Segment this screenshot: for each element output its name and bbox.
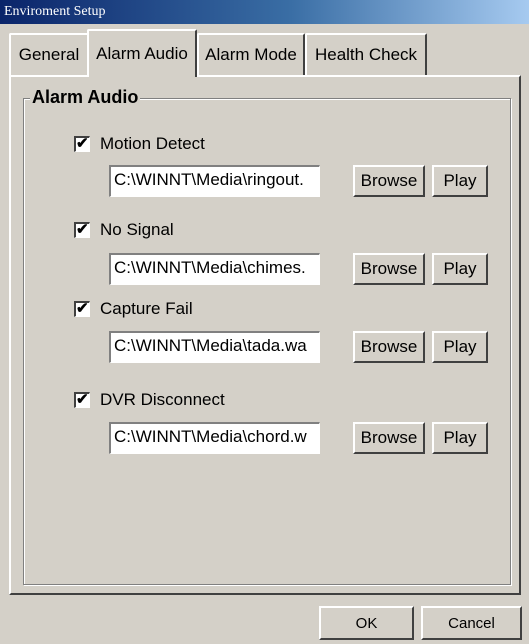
- tab-general[interactable]: General: [9, 33, 89, 75]
- check-icon: ✔: [76, 221, 89, 238]
- dvr-disconnect-play-button[interactable]: Play: [432, 422, 488, 454]
- check-icon: ✔: [76, 300, 89, 317]
- tab-health-check[interactable]: Health Check: [305, 33, 427, 75]
- tab-label: General: [18, 45, 80, 64]
- check-icon: ✔: [76, 135, 89, 152]
- motion-detect-browse-button[interactable]: Browse: [353, 165, 425, 197]
- no-signal-checkbox[interactable]: ✔ No Signal: [74, 219, 174, 241]
- capture-fail-path-field[interactable]: C:\WINNT\Media\tada.wa: [109, 331, 320, 363]
- cancel-button[interactable]: Cancel: [421, 606, 522, 640]
- motion-detect-play-button[interactable]: Play: [432, 165, 488, 197]
- checkbox-box[interactable]: ✔: [74, 221, 90, 238]
- capture-fail-play-button[interactable]: Play: [432, 331, 488, 363]
- tab-label: Alarm Mode: [205, 45, 297, 64]
- alarm-audio-panel: Alarm Audio ✔ Motion Detect C:\WINNT\Med…: [9, 75, 521, 595]
- title-bar[interactable]: Enviroment Setup: [0, 0, 529, 24]
- dialog-button-bar: OK Cancel: [0, 596, 529, 644]
- tab-alarm-mode[interactable]: Alarm Mode: [197, 33, 305, 75]
- dvr-disconnect-browse-button[interactable]: Browse: [353, 422, 425, 454]
- alarm-audio-groupbox: Alarm Audio ✔ Motion Detect C:\WINNT\Med…: [23, 87, 511, 585]
- capture-fail-checkbox[interactable]: ✔ Capture Fail: [74, 298, 193, 320]
- environment-setup-dialog: Enviroment Setup General Alarm Audio Ala…: [0, 0, 529, 644]
- checkbox-label: Motion Detect: [100, 134, 205, 153]
- tab-label: Health Check: [314, 45, 418, 64]
- check-icon: ✔: [76, 391, 89, 408]
- tab-alarm-audio[interactable]: Alarm Audio: [87, 29, 197, 77]
- checkbox-box[interactable]: ✔: [74, 300, 90, 317]
- no-signal-browse-button[interactable]: Browse: [353, 253, 425, 285]
- motion-detect-path-field[interactable]: C:\WINNT\Media\ringout.: [109, 165, 320, 197]
- tab-label: Alarm Audio: [96, 44, 188, 63]
- motion-detect-checkbox[interactable]: ✔ Motion Detect: [74, 133, 205, 155]
- group-title: Alarm Audio: [30, 87, 141, 108]
- checkbox-label: No Signal: [100, 220, 174, 239]
- checkbox-label: DVR Disconnect: [100, 390, 225, 409]
- capture-fail-browse-button[interactable]: Browse: [353, 331, 425, 363]
- dvr-disconnect-checkbox[interactable]: ✔ DVR Disconnect: [74, 389, 225, 411]
- checkbox-box[interactable]: ✔: [74, 135, 90, 152]
- checkbox-label: Capture Fail: [100, 299, 193, 318]
- window-title: Enviroment Setup: [4, 4, 106, 19]
- checkbox-box[interactable]: ✔: [74, 391, 90, 408]
- dvr-disconnect-path-field[interactable]: C:\WINNT\Media\chord.w: [109, 422, 320, 454]
- no-signal-play-button[interactable]: Play: [432, 253, 488, 285]
- no-signal-path-field[interactable]: C:\WINNT\Media\chimes.: [109, 253, 320, 285]
- ok-button[interactable]: OK: [319, 606, 414, 640]
